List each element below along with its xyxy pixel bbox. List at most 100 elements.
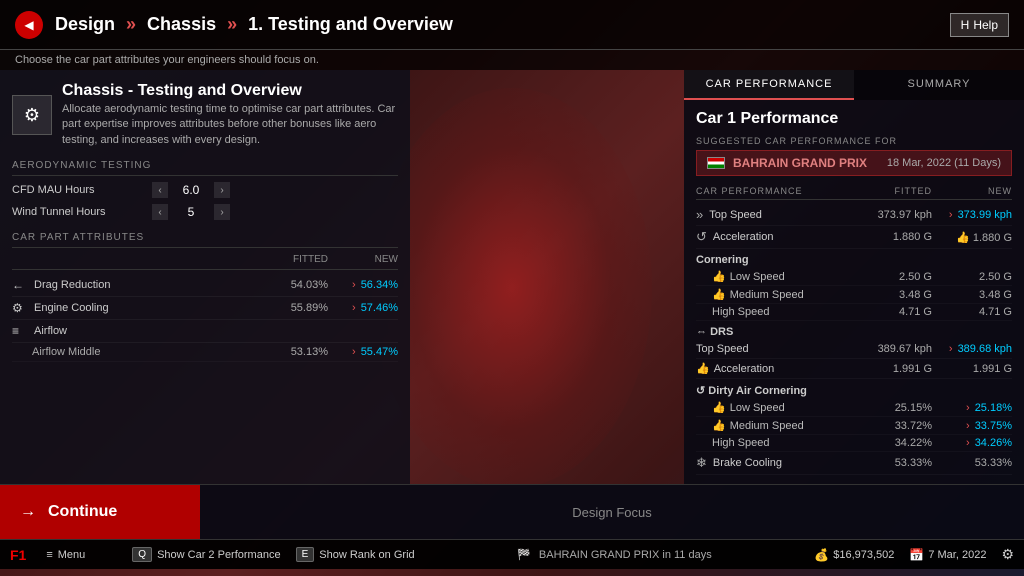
menu-icon: ≡ xyxy=(46,549,52,561)
med-speed-name: 👍 Medium Speed xyxy=(712,288,852,301)
design-focus-label: Design Focus xyxy=(200,505,1024,520)
airflow-middle-new: › 55.47% xyxy=(328,346,398,358)
low-speed-new: 2.50 G xyxy=(932,271,1012,283)
bottom-bar: F1 ≡ Menu Q Show Car 2 Performance E Sho… xyxy=(0,539,1024,569)
dirty-air-category: ↺ Dirty Air Cornering xyxy=(696,379,1012,399)
perf-med-speed-cornering: 👍 Medium Speed 3.48 G 3.48 G xyxy=(696,286,1012,304)
show-rank-hotkey[interactable]: E Show Rank on Grid xyxy=(296,547,415,562)
dirty-high-fitted: 34.22% xyxy=(852,437,932,449)
airflow-middle-name: Airflow Middle xyxy=(32,346,258,358)
cfd-decrease[interactable]: ‹ xyxy=(152,182,168,198)
menu-button[interactable]: ≡ Menu xyxy=(46,549,85,561)
breadcrumb-sep2: » xyxy=(227,14,242,34)
engine-cooling-new: › 57.46% xyxy=(328,302,398,314)
ph-col-new: NEW xyxy=(932,186,1012,196)
brake-cooling-fitted: 53.33% xyxy=(852,457,932,469)
race-date: 18 Mar, 2022 (11 Days) xyxy=(887,157,1001,169)
attr-col-new: NEW xyxy=(328,254,398,265)
dirty-med-fitted: 33.72% xyxy=(852,420,932,432)
attr-col-name xyxy=(12,254,258,265)
perf-high-speed-cornering: High Speed 4.71 G 4.71 G xyxy=(696,304,1012,321)
cfd-label: CFD MAU Hours xyxy=(12,184,152,196)
dirty-low-name: 👍 Low Speed xyxy=(712,401,852,414)
tab-summary[interactable]: SUMMARY xyxy=(854,70,1024,100)
drag-new: › 56.34% xyxy=(328,279,398,291)
money-stat: 💰 $16,973,502 xyxy=(814,548,894,562)
page-subtitle: Choose the car part attributes your engi… xyxy=(0,50,1024,70)
attr-table: FITTED NEW ← Drag Reduction 54.03% › 56.… xyxy=(12,254,398,362)
dirty-low-fitted: 25.15% xyxy=(852,402,932,414)
right-content: Car 1 Performance SUGGESTED CAR PERFORMA… xyxy=(684,100,1024,478)
tab-car-performance[interactable]: CAR PERFORMANCE xyxy=(684,70,854,100)
perf-dirty-high: High Speed 34.22% › 34.26% xyxy=(696,435,1012,452)
race-countdown: BAHRAIN GRAND PRIX in 11 days xyxy=(539,549,712,561)
perf-drs-accel: 👍 Acceleration 1.991 G 1.991 G xyxy=(696,359,1012,379)
race-name: BAHRAIN GRAND PRIX xyxy=(733,156,879,170)
low-speed-fitted: 2.50 G xyxy=(852,271,932,283)
help-button[interactable]: H Help xyxy=(950,13,1009,37)
tunnel-decrease[interactable]: ‹ xyxy=(152,204,168,220)
engine-cooling-name: ⚙ Engine Cooling xyxy=(12,301,258,315)
low-speed-thumb: 👍 xyxy=(712,270,726,283)
calendar-icon: 📅 xyxy=(909,548,924,562)
breadcrumb-design: Design xyxy=(55,14,115,34)
cfd-value: 6.0 xyxy=(176,183,206,197)
continue-button[interactable]: → Continue xyxy=(0,485,200,540)
drag-name: ← Drag Reduction xyxy=(12,278,258,292)
ph-col-fitted: FITTED xyxy=(852,186,932,196)
dirty-high-name: High Speed xyxy=(712,437,852,449)
perf-engine-cooling-right: ⚙ Engine Cooling 55.86% › 56.65% xyxy=(696,475,1012,478)
cfd-control: ‹ 6.0 › xyxy=(152,182,230,198)
cfd-increase[interactable]: › xyxy=(214,182,230,198)
breadcrumb-chassis: Chassis xyxy=(147,14,216,34)
accel-thumb: 👍 xyxy=(956,232,970,244)
tunnel-value: 5 xyxy=(176,205,206,219)
dirty-low-thumb: 👍 xyxy=(712,401,726,414)
accel-name: ↺ Acceleration xyxy=(696,229,852,245)
brake-cooling-name: ❄ Brake Cooling xyxy=(696,455,852,471)
f1-logo: F1 xyxy=(10,547,26,563)
aero-row-tunnel: Wind Tunnel Hours ‹ 5 › xyxy=(12,204,398,220)
engine-cooling-fitted: 55.89% xyxy=(258,302,328,314)
dirty-med-new: › 33.75% xyxy=(932,420,1012,432)
cornering-category: Cornering xyxy=(696,249,1012,268)
menu-label: Menu xyxy=(58,549,86,561)
aero-label: AERODYNAMIC TESTING xyxy=(12,160,398,176)
low-speed-name: 👍 Low Speed xyxy=(712,270,852,283)
drs-icon: ⇔ xyxy=(696,326,710,338)
settings-button[interactable]: ⚙ xyxy=(1001,546,1014,563)
race-flag xyxy=(707,157,725,169)
attr-drag-reduction: ← Drag Reduction 54.03% › 56.34% xyxy=(12,274,398,297)
tunnel-increase[interactable]: › xyxy=(214,204,230,220)
show-car2-hotkey[interactable]: Q Show Car 2 Performance xyxy=(132,547,280,562)
drs-accel-name: 👍 Acceleration xyxy=(696,362,852,375)
dirty-high-new: › 34.26% xyxy=(932,437,1012,449)
back-icon: ◀ xyxy=(24,18,33,32)
back-button[interactable]: ◀ xyxy=(15,11,43,39)
accel-fitted: 1.880 G xyxy=(852,231,932,243)
drs-top-speed-new: › 389.68 kph xyxy=(932,343,1012,355)
breadcrumb-sep1: » xyxy=(126,14,141,34)
drs-top-speed-name: Top Speed xyxy=(696,343,852,355)
bottom-center-info: 🏁 BAHRAIN GRAND PRIX in 11 days xyxy=(430,548,800,561)
section-icon: ⚙ xyxy=(12,95,52,135)
dirty-med-thumb: 👍 xyxy=(712,419,726,432)
perf-low-speed-cornering: 👍 Low Speed 2.50 G 2.50 G xyxy=(696,268,1012,286)
subtitle-text: Choose the car part attributes your engi… xyxy=(15,54,319,66)
continue-bar: → Continue Design Focus xyxy=(0,484,1024,539)
top-speed-fitted: 373.97 kph xyxy=(852,209,932,221)
attr-col-fitted: FITTED xyxy=(258,254,328,265)
attr-airflow-middle: Airflow Middle 53.13% › 55.47% xyxy=(12,343,398,362)
airflow-name: ≡ Airflow xyxy=(12,324,258,338)
perf-top-speed: » Top Speed 373.97 kph › 373.99 kph xyxy=(696,204,1012,226)
breadcrumb: Design » Chassis » 1. Testing and Overvi… xyxy=(55,14,950,35)
hotkey2-badge: E xyxy=(296,547,315,562)
brake-cooling-new: 53.33% xyxy=(932,457,1012,469)
attr-airflow: ≡ Airflow xyxy=(12,320,398,343)
main-content: ⚙ Chassis - Testing and Overview Allocat… xyxy=(0,70,1024,484)
drag-icon: ← xyxy=(12,278,28,292)
aero-row-cfd: CFD MAU Hours ‹ 6.0 › xyxy=(12,182,398,198)
attr-table-header: FITTED NEW xyxy=(12,254,398,270)
continue-label: Continue xyxy=(48,503,117,521)
race-countdown-icon: 🏁 xyxy=(517,548,531,561)
